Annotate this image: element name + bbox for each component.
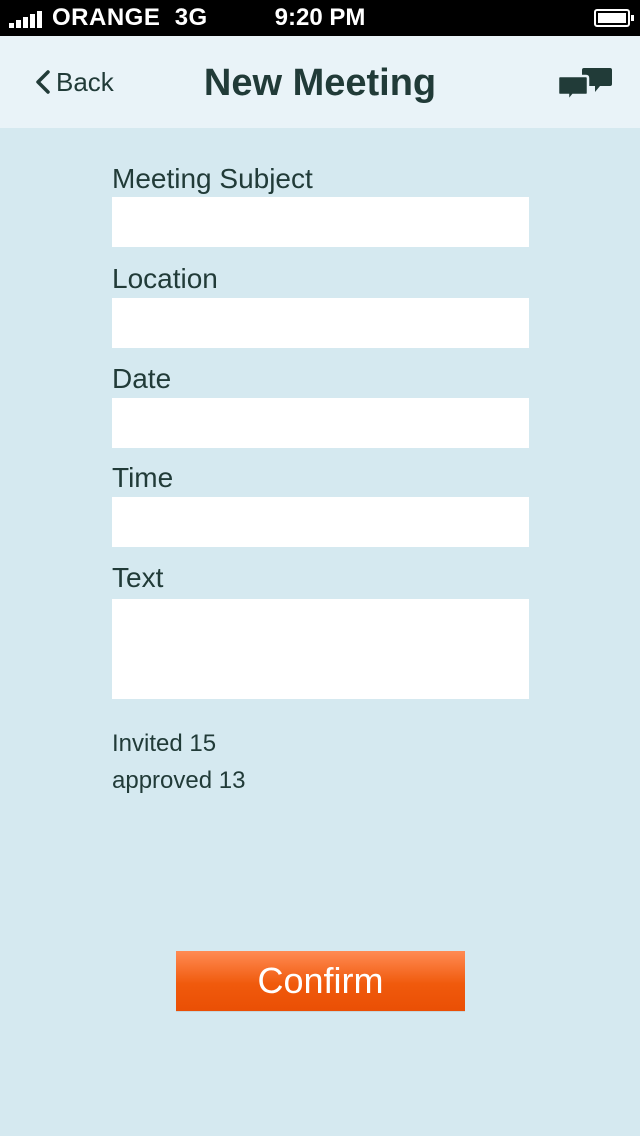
field-label-date: Date xyxy=(112,363,172,394)
text-textarea[interactable] xyxy=(112,599,529,699)
status-bar: ORANGE 3G 9:20 PM xyxy=(0,0,640,36)
page-title: New Meeting xyxy=(203,62,437,104)
approved-count: approved 13 xyxy=(112,767,246,794)
time-input[interactable] xyxy=(112,497,529,547)
confirm-button[interactable]: Confirm xyxy=(176,951,465,1011)
navigation-bar: Back New Meeting xyxy=(0,36,640,128)
field-label-meeting-subject: Meeting Subject xyxy=(112,163,313,194)
status-time: 9:20 PM xyxy=(274,4,366,31)
invited-count: Invited 15 xyxy=(112,730,217,757)
invitation-stats: Invited 15 approved 13 xyxy=(112,725,245,799)
meeting-subject-input[interactable] xyxy=(112,197,529,247)
field-label-text: Text xyxy=(112,562,164,593)
date-input[interactable] xyxy=(112,398,529,448)
chat-bubbles-icon[interactable] xyxy=(556,66,614,102)
location-input[interactable] xyxy=(112,298,529,348)
field-label-time: Time xyxy=(112,462,174,493)
battery-icon xyxy=(594,9,634,27)
field-label-location: Location xyxy=(112,263,218,294)
